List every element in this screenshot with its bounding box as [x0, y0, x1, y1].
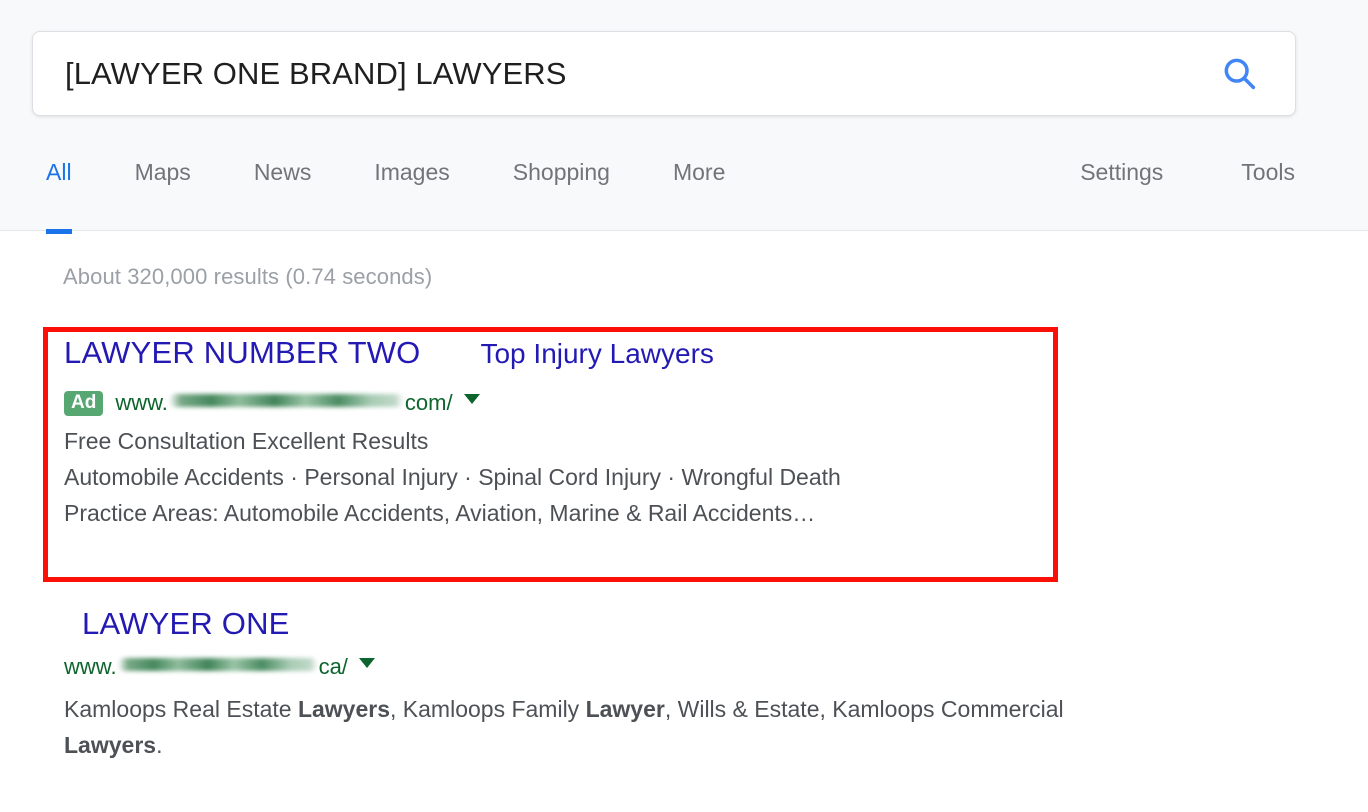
ad-result: LAWYER NUMBER TWO Top Injury Lawyers Ad …	[64, 335, 1024, 531]
search-button[interactable]	[1185, 32, 1295, 116]
tab-maps-label: Maps	[134, 159, 191, 185]
organic-result: LAWYER ONE www. ca/ Kamloops Real Estate …	[64, 606, 1084, 763]
tab-images-label: Images	[374, 159, 450, 185]
organic-url[interactable]: www. ca/	[64, 654, 348, 680]
tab-more[interactable]: More	[673, 145, 725, 185]
ad-description: Free Consultation Excellent Results Auto…	[64, 423, 1024, 531]
tab-news[interactable]: News	[254, 145, 312, 185]
search-bar[interactable]	[32, 31, 1296, 116]
result-stats: About 320,000 results (0.74 seconds)	[63, 264, 433, 289]
tab-more-label: More	[672, 159, 726, 185]
tab-all-label: All	[46, 159, 72, 185]
ad-url[interactable]: www. com/	[115, 390, 452, 416]
tools-button[interactable]: Tools	[1241, 145, 1295, 185]
redacted-domain	[168, 394, 404, 407]
search-input[interactable]	[33, 55, 1185, 92]
redacted-domain	[117, 658, 318, 671]
settings-label: Settings	[1080, 159, 1164, 185]
tab-shopping[interactable]: Shopping	[513, 145, 610, 185]
ad-title-secondary-link[interactable]: Top Injury Lawyers	[480, 338, 713, 370]
organic-url-prefix: www.	[64, 654, 117, 679]
chevron-down-icon[interactable]	[463, 394, 480, 404]
tab-active-underline	[46, 229, 72, 235]
search-tabs-right: Settings Tools	[1002, 145, 1295, 185]
ad-badge[interactable]: Ad	[64, 390, 104, 416]
ad-url-prefix: www.	[115, 390, 168, 415]
chevron-down-icon[interactable]	[358, 658, 375, 668]
snippet-keyword: Lawyers	[297, 696, 391, 722]
snippet-keyword: Lawyer	[585, 696, 665, 722]
snippet-text: .	[156, 732, 163, 758]
search-tabs: All Maps News Images Shopping More Setti…	[0, 145, 1368, 235]
ad-description-line-2: Automobile Accidents · Personal Injury ·…	[64, 464, 841, 490]
tab-news-label: News	[253, 159, 312, 185]
snippet-keyword: Lawyers	[64, 732, 157, 758]
ad-url-row: Ad www. com/	[64, 389, 1024, 417]
organic-title-row: LAWYER ONE	[64, 606, 1084, 642]
tab-maps[interactable]: Maps	[135, 145, 191, 185]
snippet-text: , Wills & Estate, Kamloops Commercial	[664, 696, 1064, 722]
search-tabs-left: All Maps News Images Shopping More	[46, 145, 788, 235]
organic-url-row: www. ca/	[64, 653, 1084, 681]
organic-title-link[interactable]: LAWYER ONE	[82, 606, 290, 642]
ad-url-suffix: com/	[404, 390, 453, 415]
tab-all[interactable]: All	[46, 145, 72, 235]
snippet-text: , Kamloops Family	[390, 696, 586, 722]
ad-description-line-1: Free Consultation Excellent Results	[64, 428, 429, 454]
search-icon	[1220, 54, 1260, 94]
tab-images[interactable]: Images	[374, 145, 449, 185]
organic-snippet: Kamloops Real Estate Lawyers, Kamloops F…	[64, 691, 1064, 763]
snippet-text: Kamloops Real Estate	[64, 696, 298, 722]
organic-url-suffix: ca/	[318, 654, 348, 679]
settings-button[interactable]: Settings	[1080, 145, 1163, 185]
ad-description-line-3: Practice Areas: Automobile Accidents, Av…	[64, 500, 816, 526]
search-header: All Maps News Images Shopping More Setti…	[0, 0, 1368, 235]
ad-title-link[interactable]: LAWYER NUMBER TWO	[64, 335, 420, 371]
tools-label: Tools	[1241, 159, 1295, 185]
tab-shopping-label: Shopping	[512, 159, 610, 185]
ad-title-row: LAWYER NUMBER TWO Top Injury Lawyers	[64, 335, 1024, 381]
